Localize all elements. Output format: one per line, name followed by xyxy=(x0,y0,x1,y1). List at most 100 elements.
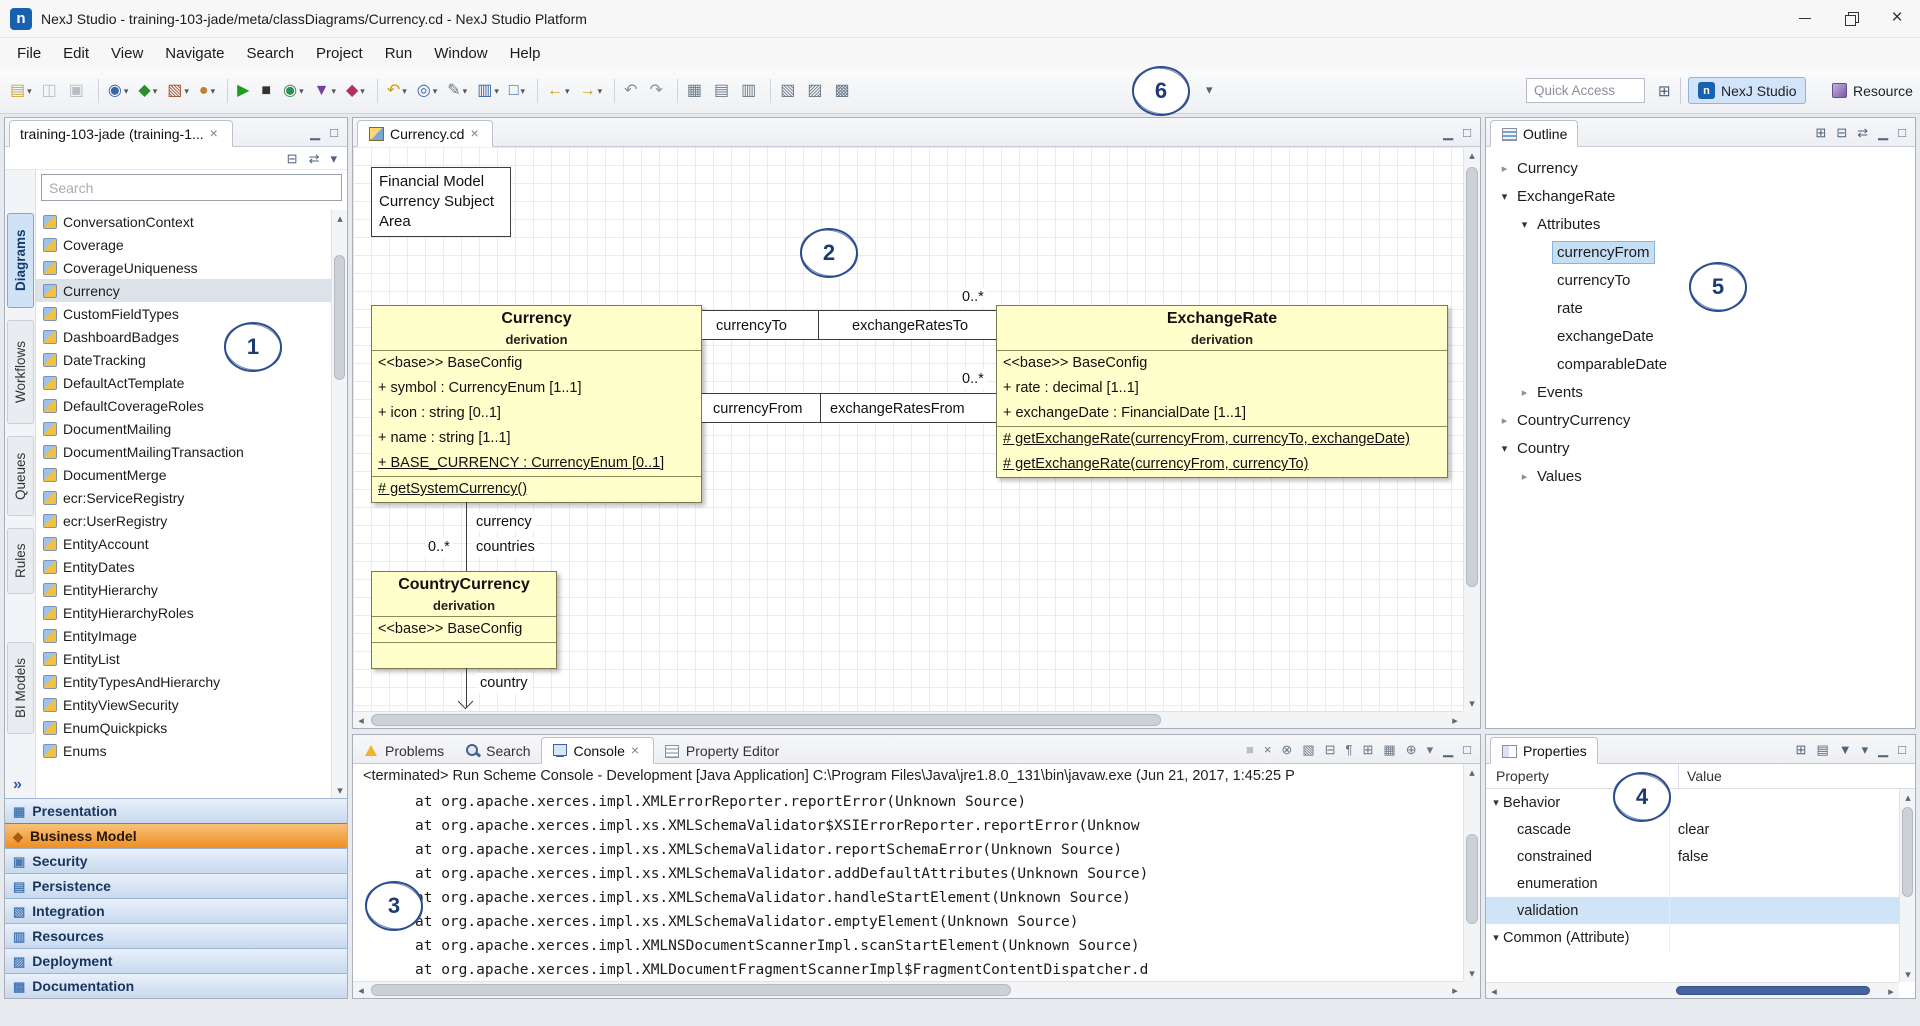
layer-bar[interactable]: ▨ Deployment xyxy=(5,948,347,973)
list-item[interactable]: EntityViewSecurity xyxy=(36,693,331,716)
association-label[interactable]: currency xyxy=(473,512,535,532)
list-item[interactable]: Enums xyxy=(36,739,331,762)
scroll-down-icon[interactable] xyxy=(332,782,348,798)
layer-bar[interactable]: ▩ Documentation xyxy=(5,973,347,998)
menu-item[interactable]: Edit xyxy=(52,40,100,67)
model-search-button[interactable]: ◎▾ xyxy=(413,79,442,103)
display-console-icon[interactable]: ▦ xyxy=(1383,743,1395,756)
scroll-right-icon[interactable] xyxy=(1883,983,1899,999)
remove-launch-icon[interactable]: × xyxy=(1264,743,1272,756)
show-categories-icon[interactable]: ▤ xyxy=(1816,743,1828,756)
layer-bar[interactable]: ▦ Presentation xyxy=(5,798,347,823)
outline-item[interactable]: ▸ Events xyxy=(1486,378,1915,406)
list-item[interactable]: EntityTypesAndHierarchy xyxy=(36,670,331,693)
list-item[interactable]: Coverage xyxy=(36,233,331,256)
list-item[interactable]: EntityList xyxy=(36,647,331,670)
rail-tab[interactable]: Workflows xyxy=(7,320,34,424)
quality-button[interactable]: ◆▾ xyxy=(342,79,369,103)
association-label[interactable]: currencyTo xyxy=(713,316,790,336)
collapse-all-icon[interactable]: ⊟ xyxy=(1836,126,1847,139)
search-input[interactable] xyxy=(41,174,342,201)
console-output[interactable]: at org.apache.xerces.impl.XMLErrorReport… xyxy=(353,790,1463,981)
console-horizontal-scrollbar[interactable] xyxy=(353,981,1463,998)
class-attribute[interactable]: + icon : string [0..1] xyxy=(372,401,701,426)
class-attribute[interactable]: + exchangeDate : FinancialDate [1..1] xyxy=(997,401,1447,426)
layer-bar[interactable]: ▧ Integration xyxy=(5,898,347,923)
close-button[interactable] xyxy=(1874,0,1920,37)
property-row[interactable]: ▾ Common (Attribute) xyxy=(1486,924,1899,951)
outline-item[interactable]: ▸ Values xyxy=(1486,462,1915,490)
open-perspective-icon[interactable]: ⊞ xyxy=(1658,82,1671,100)
layer-bar[interactable]: ▥ Resources xyxy=(5,923,347,948)
class-countrycurrency[interactable]: CountryCurrency derivation <<base>> Base… xyxy=(371,571,557,669)
expand-all-icon[interactable]: ⊞ xyxy=(1815,126,1826,139)
class-attribute[interactable]: + rate : decimal [1..1] xyxy=(997,376,1447,401)
property-row[interactable]: cascade clear xyxy=(1486,816,1899,843)
list-item[interactable]: EnumQuickpicks xyxy=(36,716,331,739)
scroll-thumb[interactable] xyxy=(1466,167,1478,587)
deploy-button[interactable]: ▧▾ xyxy=(163,79,193,103)
column-value[interactable]: Value xyxy=(1679,768,1722,784)
scroll-thumb[interactable] xyxy=(1902,807,1913,897)
menu-item[interactable]: Search xyxy=(235,40,305,67)
property-row[interactable]: ▾ Behavior xyxy=(1486,789,1899,816)
expand-arrow-icon[interactable]: ▾ xyxy=(1486,931,1503,944)
expand-arrow-icon[interactable]: ▾ xyxy=(1516,218,1533,231)
association-label[interactable]: 0..* xyxy=(959,369,987,389)
rail-tab[interactable]: BI Models xyxy=(7,642,34,734)
class-attribute[interactable]: + symbol : CurrencyEnum [1..1] xyxy=(372,376,701,401)
property-row[interactable]: constrained false xyxy=(1486,843,1899,870)
scroll-down-icon[interactable] xyxy=(1464,965,1480,981)
layer-bar[interactable]: ▤ Persistence xyxy=(5,873,347,898)
menu-item[interactable]: Run xyxy=(374,40,424,67)
menu-item[interactable]: View xyxy=(100,40,154,67)
restore-button[interactable] xyxy=(1828,0,1874,37)
console-view-tab[interactable]: Console xyxy=(541,737,654,764)
scroll-lock-icon[interactable]: ⊟ xyxy=(1325,743,1336,756)
list-item[interactable]: ecr:UserRegistry xyxy=(36,509,331,532)
association-label[interactable]: currencyFrom xyxy=(710,399,805,419)
list-item[interactable]: ecr:ServiceRegistry xyxy=(36,486,331,509)
collapse-all-icon[interactable]: ⊟ xyxy=(287,152,298,165)
data-tools-button[interactable]: ◆▾ xyxy=(134,79,161,103)
close-icon[interactable] xyxy=(631,744,643,758)
perspective-nexj-studio[interactable]: n NexJ Studio xyxy=(1688,77,1806,104)
properties-horizontal-scrollbar[interactable] xyxy=(1486,982,1899,998)
word-wrap-icon[interactable]: ¶ xyxy=(1346,743,1353,756)
window-layout-button[interactable]: □▾ xyxy=(505,79,529,103)
explorer-tab[interactable]: training-103-jade (training-1... xyxy=(9,120,233,147)
redo-button[interactable]: ↷ xyxy=(646,79,669,103)
column-view-button[interactable]: ▥ xyxy=(737,79,762,103)
close-icon[interactable] xyxy=(470,127,482,141)
console-button[interactable]: ■ xyxy=(257,79,277,103)
list-item[interactable]: CoverageUniqueness xyxy=(36,256,331,279)
align-center-button[interactable]: ▨ xyxy=(803,79,828,103)
maximize-icon[interactable]: □ xyxy=(1463,743,1471,756)
scroll-thumb[interactable] xyxy=(371,714,1161,726)
list-item[interactable]: Currency xyxy=(36,279,331,302)
rail-overflow-chevron[interactable]: » xyxy=(13,776,22,794)
save-all-button[interactable]: ▣ xyxy=(65,79,90,103)
association-label[interactable]: country xyxy=(477,673,531,693)
association-label[interactable]: exchangeRatesFrom xyxy=(827,399,968,419)
scroll-thumb[interactable] xyxy=(1676,986,1870,995)
list-item[interactable]: ConversationContext xyxy=(36,210,331,233)
menu-item[interactable]: Project xyxy=(305,40,374,67)
scroll-right-icon[interactable] xyxy=(1447,712,1463,728)
outline-item[interactable]: ▾ ExchangeRate xyxy=(1486,182,1915,210)
association-label[interactable]: 0..* xyxy=(425,537,453,557)
list-item[interactable]: EntityAccount xyxy=(36,532,331,555)
link-with-editor-icon[interactable]: ⇄ xyxy=(309,152,320,165)
class-attribute[interactable]: + name : string [1..1] xyxy=(372,426,701,451)
property-value[interactable]: clear xyxy=(1669,816,1899,843)
outline-tab[interactable]: Outline xyxy=(1490,120,1578,147)
open-console-icon[interactable]: ⊕ xyxy=(1406,743,1417,756)
rail-tab[interactable]: Diagrams xyxy=(7,213,34,308)
expand-arrow-icon[interactable]: ▸ xyxy=(1496,162,1513,175)
model-server-button[interactable]: ◉▾ xyxy=(98,79,133,103)
class-operation[interactable]: # getSystemCurrency() xyxy=(372,477,701,502)
property-value[interactable] xyxy=(1669,924,1899,951)
minimize-icon[interactable]: ▁ xyxy=(1878,126,1888,139)
quick-access-input[interactable] xyxy=(1526,78,1645,103)
list-item[interactable]: EntityHierarchy xyxy=(36,578,331,601)
